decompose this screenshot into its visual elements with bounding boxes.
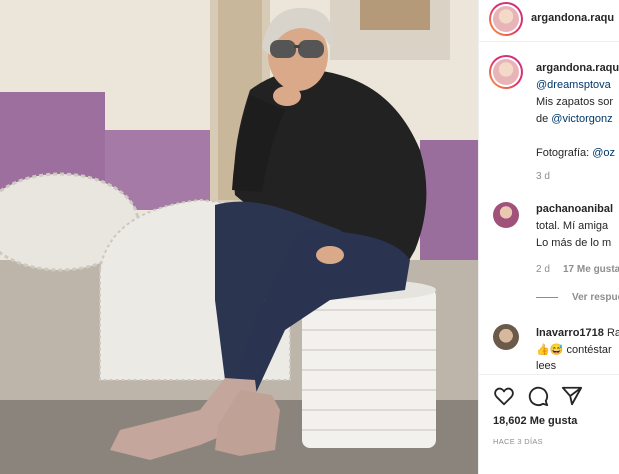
photo-illustration bbox=[0, 0, 478, 474]
comment-text-line: total. Mí amiga bbox=[536, 220, 609, 232]
header-avatar[interactable] bbox=[489, 2, 523, 36]
comment-text-line: Lo más de lo m bbox=[536, 237, 612, 249]
grinning-emoji: 😅 bbox=[549, 344, 564, 356]
caption-time: 3 d bbox=[536, 171, 550, 182]
caption-photo-credit: Fotografía: @oz bbox=[536, 147, 615, 159]
comment-likes[interactable]: 17 Me gusta bbox=[563, 264, 619, 275]
thumbs-up-emoji: 👍 bbox=[536, 344, 550, 356]
share-icon[interactable] bbox=[561, 385, 583, 407]
caption-username[interactable]: argandona.raqu bbox=[536, 62, 619, 74]
caption-mention-dreamsptova[interactable]: @dreamsptova bbox=[536, 79, 611, 91]
post-photo[interactable] bbox=[0, 0, 478, 474]
caption-mention-oz[interactable]: @oz bbox=[592, 147, 615, 159]
post-header: argandona.raqu bbox=[479, 0, 619, 42]
comment-username[interactable]: pachanoanibal bbox=[536, 203, 613, 215]
comment-time: 2 d bbox=[536, 264, 550, 275]
post-actions: 18,602 Me gusta HACE 3 DÍAS bbox=[479, 374, 619, 474]
comment-text: contéstar bbox=[566, 344, 612, 356]
comment-icon[interactable] bbox=[527, 385, 549, 407]
like-count[interactable]: 18,602 Me gusta bbox=[493, 415, 577, 427]
view-replies-divider bbox=[536, 297, 558, 298]
caption-text-line: Mis zapatos sor bbox=[536, 96, 614, 108]
comment-likes-count: 17 Me gusta bbox=[563, 264, 619, 275]
caption-credit-label: Fotografía: bbox=[536, 147, 593, 159]
comment-avatar[interactable] bbox=[493, 324, 519, 350]
post-side-panel: argandona.raqu argandona.raqu @dreamspto… bbox=[478, 0, 619, 474]
comment-username[interactable]: lnavarro1718 bbox=[536, 327, 604, 339]
comment-text-line: lees bbox=[536, 360, 557, 372]
comment-header-line: lnavarro1718 Ra bbox=[536, 327, 619, 339]
caption-avatar[interactable] bbox=[489, 55, 523, 89]
comment-text-line: 👍😅 contéstar bbox=[536, 343, 612, 356]
caption-text-prefix: de bbox=[536, 113, 552, 125]
header-username[interactable]: argandona.raqu bbox=[531, 12, 614, 24]
caption-text-line: de @victorgonz bbox=[536, 113, 613, 125]
post-timestamp[interactable]: HACE 3 DÍAS bbox=[493, 437, 543, 446]
comment-text-start: Ra bbox=[606, 327, 619, 339]
view-replies-button[interactable]: Ver respue bbox=[572, 292, 619, 303]
heart-icon[interactable] bbox=[493, 385, 515, 407]
comment-avatar[interactable] bbox=[493, 202, 519, 228]
caption-mention-victorgonz[interactable]: @victorgonz bbox=[551, 113, 612, 125]
